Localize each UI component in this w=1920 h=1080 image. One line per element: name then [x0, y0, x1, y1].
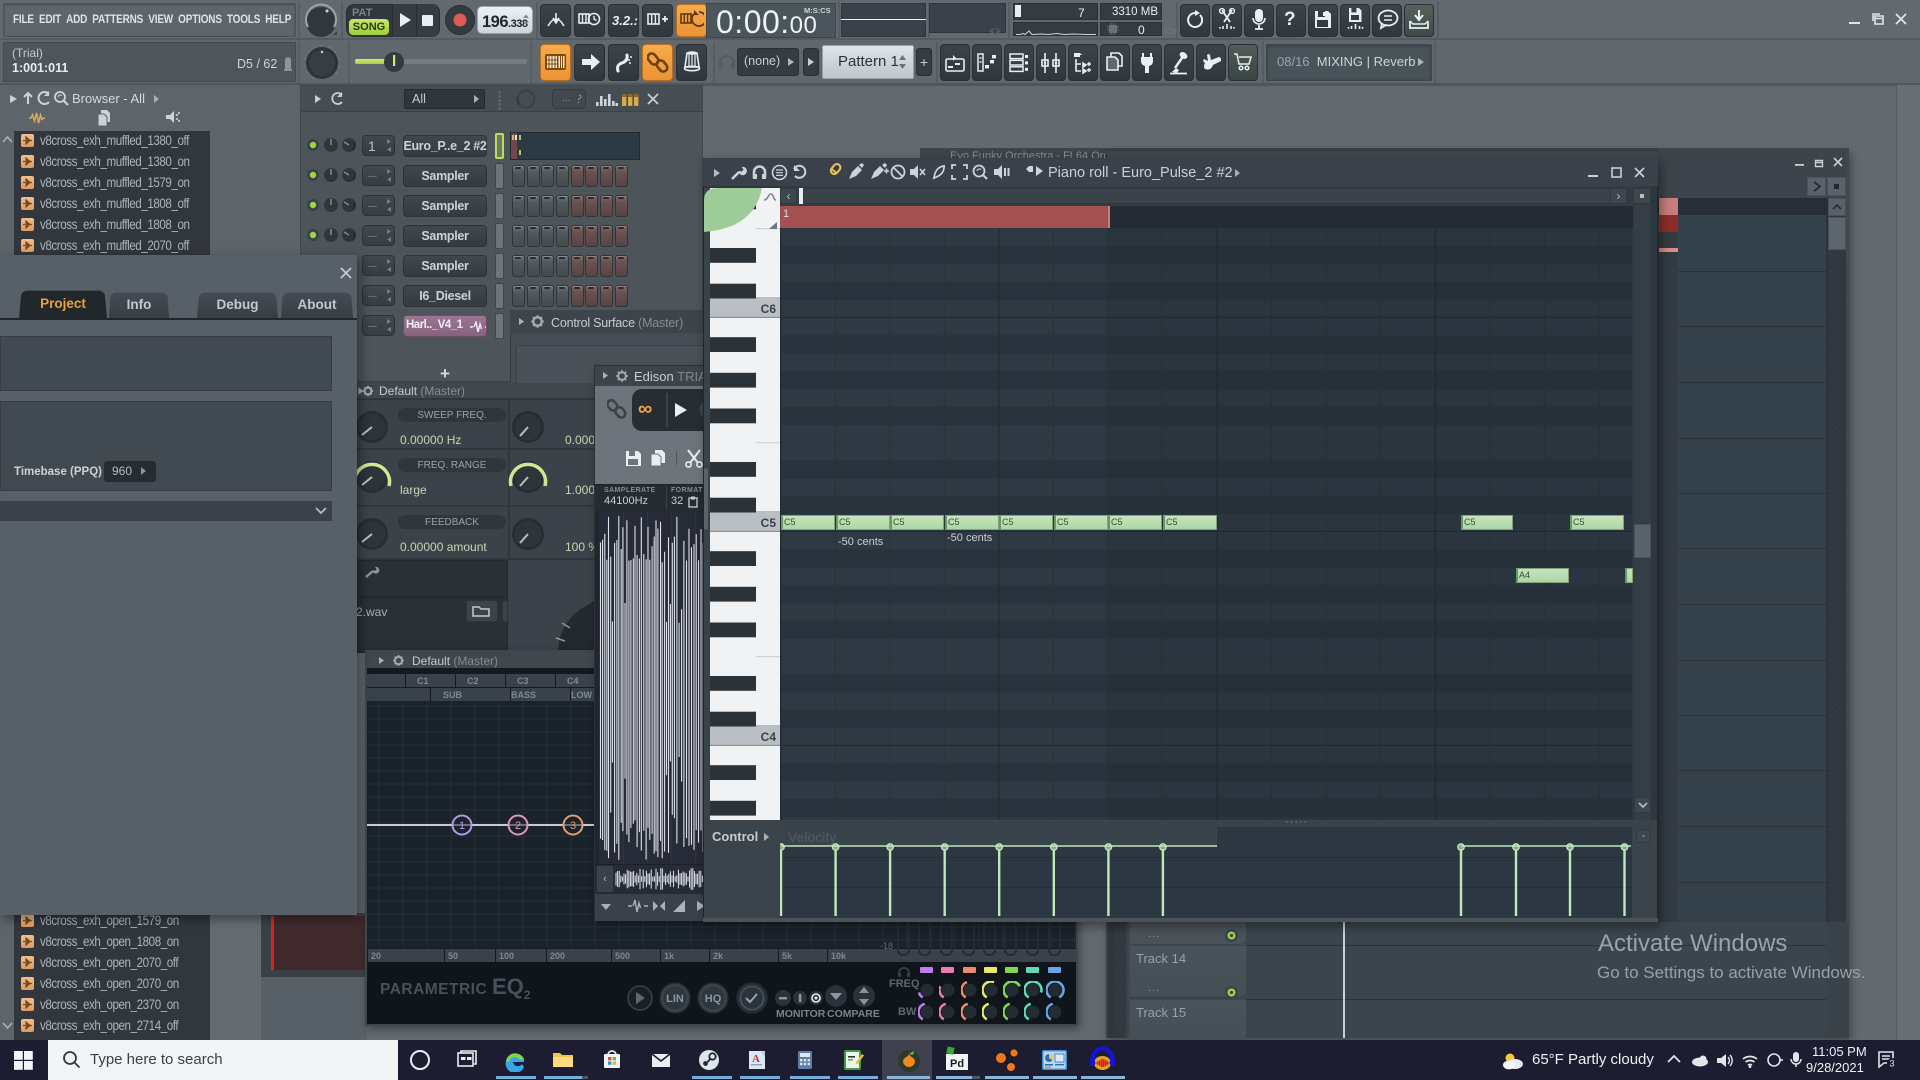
svg-text:C4: C4: [761, 730, 777, 744]
svg-text:A: A: [752, 1053, 760, 1065]
svg-text:1: 1: [459, 820, 465, 832]
svg-text:3: 3: [1889, 1059, 1894, 1069]
svg-text:LIN: LIN: [666, 993, 684, 1005]
svg-text:3: 3: [570, 820, 576, 832]
svg-text:C6: C6: [761, 302, 777, 316]
svg-text:HQ: HQ: [705, 993, 722, 1005]
svg-text:2: 2: [515, 820, 521, 832]
svg-text:Pd: Pd: [950, 1058, 964, 1070]
svg-text:C5: C5: [761, 516, 777, 530]
